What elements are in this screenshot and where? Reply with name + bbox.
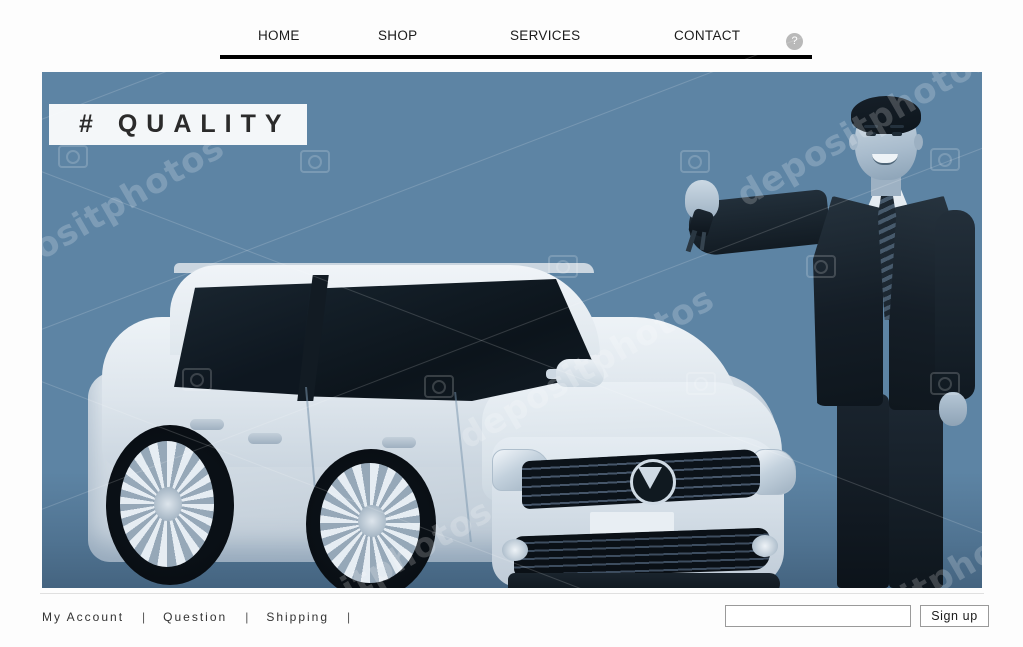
- help-icon[interactable]: ?: [786, 33, 803, 50]
- car-door-handle: [382, 437, 416, 448]
- footer-divider: [40, 593, 984, 594]
- quality-banner-text: # QUALITY: [79, 110, 291, 138]
- man-jacket-left: [813, 196, 883, 406]
- car-fog-light: [502, 539, 528, 561]
- man-ear: [849, 134, 858, 150]
- nav-item-home[interactable]: HOME: [258, 28, 300, 43]
- man-right-arm: [935, 210, 975, 400]
- key-blade: [685, 229, 698, 253]
- car-front-hub: [358, 505, 386, 537]
- webpage-mockup: HOME SHOP SERVICES CONTACT ? # QUALITY d…: [0, 0, 1023, 647]
- nav-item-services[interactable]: SERVICES: [510, 28, 580, 43]
- man-eye: [892, 132, 902, 136]
- footer-separator: |: [245, 610, 249, 624]
- nav-item-contact[interactable]: CONTACT: [674, 28, 740, 43]
- car-illustration: [62, 187, 796, 588]
- signup-button[interactable]: Sign up: [920, 605, 989, 627]
- car-door-handle: [190, 419, 224, 430]
- nav-underline: [220, 55, 812, 59]
- car-bumper-lip: [508, 573, 780, 588]
- businessman-figure: [685, 92, 977, 588]
- footer-link-my-account[interactable]: My Account: [42, 610, 124, 624]
- man-ear: [914, 134, 923, 150]
- nav-item-shop[interactable]: SHOP: [378, 28, 417, 43]
- man-trouser-leg: [837, 394, 889, 588]
- watermark-camera-icon: [430, 598, 460, 621]
- car-rear-hub: [154, 487, 182, 521]
- man-eye: [866, 132, 876, 136]
- man-trouser-leg: [889, 394, 943, 588]
- man-right-hand: [939, 392, 967, 426]
- car-windshield: [298, 279, 598, 401]
- man-eyebrow: [890, 125, 904, 128]
- hero-image: # QUALITY: [42, 72, 982, 588]
- footer-link-shipping[interactable]: Shipping: [266, 610, 329, 624]
- man-eyebrow: [864, 125, 878, 128]
- footer-links: My Account | Question | Shipping |: [42, 610, 368, 624]
- car-lower-grille: [514, 527, 770, 579]
- car-fog-light: [752, 535, 778, 557]
- quality-banner: # QUALITY: [49, 104, 307, 145]
- footer-separator: |: [142, 610, 146, 624]
- man-hair: [851, 96, 921, 134]
- footer-link-question[interactable]: Question: [163, 610, 227, 624]
- car-keys-icon: [685, 207, 719, 254]
- car-side-mirror: [556, 359, 604, 387]
- signup-email-input[interactable]: [725, 605, 911, 627]
- car-door-handle: [248, 433, 282, 444]
- footer-separator: |: [347, 610, 351, 624]
